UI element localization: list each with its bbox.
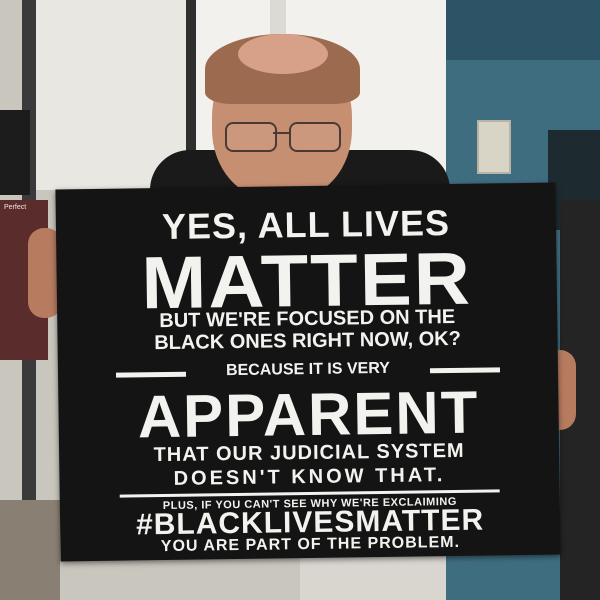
person-scalp: [238, 34, 328, 74]
protest-sign: YES, ALL LIVES MATTER BUT WE'RE FOCUSED …: [55, 182, 561, 562]
desk: [0, 500, 60, 600]
framed-certificate: [477, 120, 511, 174]
divider-bar-right: [429, 367, 501, 374]
poster-label: Perfect: [4, 204, 27, 211]
blue-wall-top: [446, 0, 600, 60]
photo-scene: Perfect YES, ALL LIVES MATTER BUT WE'RE …: [0, 0, 600, 600]
glasses-icon: [225, 122, 341, 152]
monitor: [0, 110, 30, 195]
